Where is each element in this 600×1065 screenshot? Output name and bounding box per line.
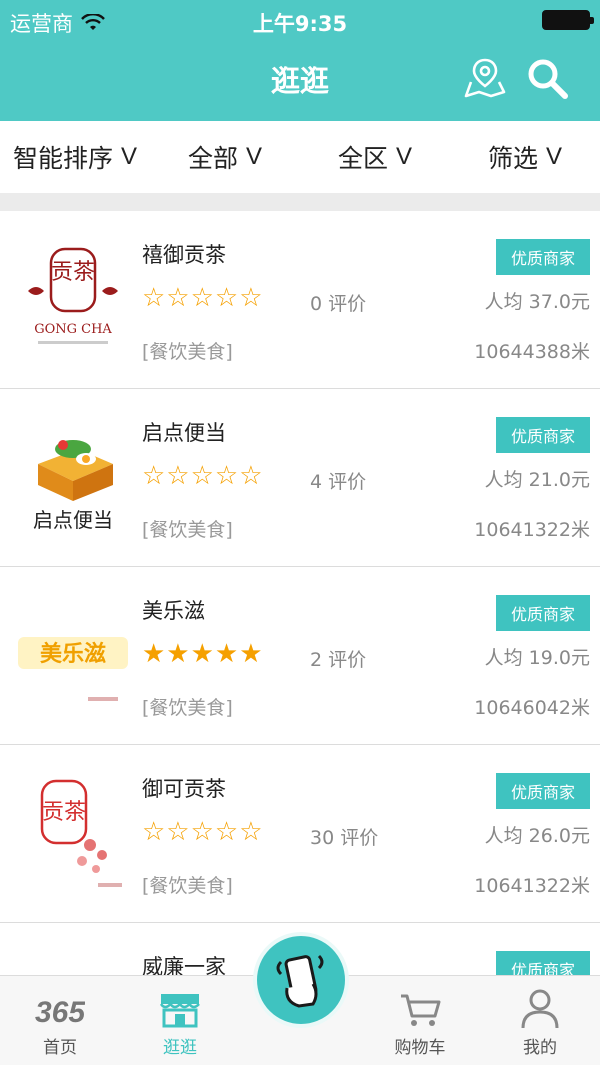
search-icon[interactable] xyxy=(525,56,569,100)
store-row[interactable]: 启点便当 启点便当 ☆☆☆☆☆ 4 评价 [餐饮美食] 优质商家 人均 21.0… xyxy=(0,389,600,567)
store-logo: 美乐滋 xyxy=(18,597,128,717)
quality-badge: 优质商家 xyxy=(496,595,590,631)
avg-price: 人均 19.0元 xyxy=(484,647,590,669)
tab-me-label: 我的 xyxy=(523,1038,557,1058)
filter-bar: 智能排序 V 全部 V 全区 V 筛选 V xyxy=(0,121,600,193)
section-divider xyxy=(0,193,600,211)
store-name[interactable]: 美乐滋 xyxy=(142,595,205,625)
tab-home[interactable]: 365 首页 xyxy=(0,976,120,1065)
store-distance: 10646042米 xyxy=(474,697,590,719)
filter-screen-arrow: V xyxy=(546,143,563,170)
filter-district-label: 全区 xyxy=(337,144,388,173)
quality-badge: 优质商家 xyxy=(496,417,590,453)
rating-stars: ☆☆☆☆☆ xyxy=(142,817,264,847)
store-name[interactable]: 威廉一家 xyxy=(142,951,226,976)
tab-home-label: 首页 xyxy=(43,1038,77,1058)
scan-button[interactable] xyxy=(253,932,349,1054)
battery-icon xyxy=(542,10,594,30)
store-category: [餐饮美食] xyxy=(142,697,233,719)
logo-text: 美乐滋 xyxy=(40,641,106,667)
store-distance: 10641322米 xyxy=(474,519,590,541)
tab-browse-label: 逛逛 xyxy=(163,1038,197,1058)
home-icon-text: 365 xyxy=(35,996,85,1029)
logo-text: 启点便当 xyxy=(33,508,113,532)
review-count: 2 评价 xyxy=(310,649,367,671)
bento-logo-icon: 启点便当 xyxy=(33,440,113,532)
yukegongcha-logo-icon: 贡茶 xyxy=(40,779,122,887)
home-icon: 365 xyxy=(35,996,85,1029)
store-name[interactable]: 御可贡茶 xyxy=(142,773,226,803)
store-distance: 10644388米 xyxy=(474,341,590,363)
filter-category-label: 全部 xyxy=(187,144,238,173)
review-count: 30 评价 xyxy=(310,827,379,849)
status-bar: 运营商 上午9:35 xyxy=(0,0,600,40)
tab-browse[interactable]: 逛逛 xyxy=(120,976,240,1065)
map-pin-icon[interactable] xyxy=(463,56,507,100)
filter-district-arrow: V xyxy=(396,143,413,170)
rating-stars: ☆☆☆☆☆ xyxy=(142,283,264,313)
logo-subtitle: GONG CHA xyxy=(34,322,112,337)
avg-price: 人均 21.0元 xyxy=(484,469,590,491)
store-logo: 贡茶 xyxy=(18,775,128,895)
rating-stars: ★★★★★ xyxy=(142,639,264,669)
tab-cart[interactable]: 购物车 xyxy=(360,976,480,1065)
filter-category[interactable]: 全部 V xyxy=(150,121,300,193)
filter-screen[interactable]: 筛选 V xyxy=(450,121,600,193)
filter-sort[interactable]: 智能排序 V xyxy=(0,121,150,193)
store-logo: 启点便当 xyxy=(18,419,128,539)
store-row[interactable]: 贡茶 御可贡茶 ☆☆☆☆☆ 30 评价 [餐饮美食] 优质商家 人均 26.0元… xyxy=(0,745,600,923)
filter-screen-label: 筛选 xyxy=(487,144,538,173)
filter-category-arrow: V xyxy=(246,143,263,170)
review-count: 4 评价 xyxy=(310,471,367,493)
store-row[interactable]: 美乐滋 美乐滋 ★★★★★ 2 评价 [餐饮美食] 优质商家 人均 19.0元 … xyxy=(0,567,600,745)
store-category: [餐饮美食] xyxy=(142,875,233,897)
logo-text: 贡茶 xyxy=(51,260,95,285)
store-category: [餐饮美食] xyxy=(142,519,233,541)
store-name[interactable]: 禧御贡茶 xyxy=(142,239,226,269)
page-title: 逛逛 xyxy=(270,64,329,98)
avg-price: 人均 26.0元 xyxy=(484,825,590,847)
store-row[interactable]: 贡茶 GONG CHA 禧御贡茶 ☆☆☆☆☆ 0 评价 [餐饮美食] 优质商家 … xyxy=(0,211,600,389)
scan-phone-icon xyxy=(276,954,324,1008)
store-name[interactable]: 启点便当 xyxy=(142,417,226,447)
tab-me[interactable]: 我的 xyxy=(480,976,600,1065)
quality-badge: 优质商家 xyxy=(496,773,590,809)
user-icon xyxy=(521,989,559,1029)
store-logo: 贡茶 GONG CHA xyxy=(18,241,128,361)
filter-sort-label: 智能排序 xyxy=(12,144,113,173)
quality-badge: 优质商家 xyxy=(496,239,590,275)
store-list[interactable]: 贡茶 GONG CHA 禧御贡茶 ☆☆☆☆☆ 0 评价 [餐饮美食] 优质商家 … xyxy=(0,211,600,976)
avg-price: 人均 37.0元 xyxy=(484,291,590,313)
store-distance: 10641322米 xyxy=(474,875,590,897)
review-count: 0 评价 xyxy=(310,293,367,315)
logo-text: 贡茶 xyxy=(42,800,86,825)
cart-icon xyxy=(401,994,441,1026)
meilezi-logo-icon: 美乐滋 xyxy=(18,637,128,701)
quality-badge: 优质商家 xyxy=(496,951,590,976)
gongcha-logo-icon: 贡茶 GONG CHA xyxy=(28,247,118,344)
store-category: [餐饮美食] xyxy=(142,341,233,363)
status-time: 上午9:35 xyxy=(252,12,348,36)
shop-icon xyxy=(159,994,200,1028)
tab-cart-label: 购物车 xyxy=(394,1038,446,1058)
header: 运营商 上午9:35 逛逛 xyxy=(0,0,600,121)
rating-stars: ☆☆☆☆☆ xyxy=(142,461,264,491)
filter-sort-arrow: V xyxy=(121,143,138,170)
filter-district[interactable]: 全区 V xyxy=(300,121,450,193)
